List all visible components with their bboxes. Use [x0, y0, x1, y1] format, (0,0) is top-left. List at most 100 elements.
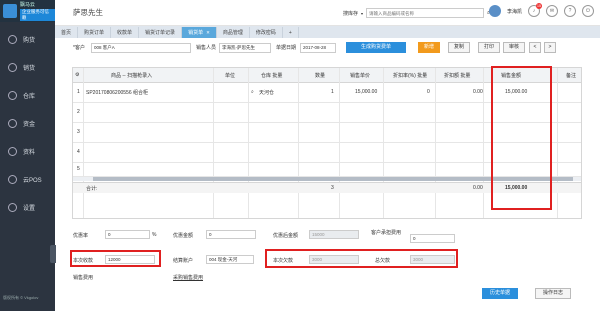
- add-tab-button[interactable]: +: [283, 27, 299, 38]
- discount-rate-field[interactable]: 0: [105, 230, 150, 239]
- bell-icon[interactable]: ♪ 15: [528, 3, 542, 17]
- highlight-box: [70, 250, 161, 267]
- sidebar-item-warehouse[interactable]: 仓库: [0, 81, 55, 109]
- sidebar-collapse-handle[interactable]: [50, 245, 56, 263]
- data-icon: [8, 146, 17, 156]
- customer-fee-label: 客户承担费用: [371, 230, 402, 236]
- percent-label: %: [152, 232, 157, 238]
- sum-label: 合计:: [86, 186, 98, 192]
- price-cell[interactable]: 15,000.00: [355, 89, 377, 95]
- customer-field[interactable]: 008 客户A: [91, 43, 191, 53]
- money-icon: [8, 118, 17, 128]
- col-qty: 数量: [315, 73, 326, 79]
- message-icon[interactable]: ✉: [546, 5, 558, 17]
- col-discount-rate: 折扣率(%) 批量: [393, 73, 428, 79]
- pos-icon: [8, 174, 17, 184]
- search-label[interactable]: 搜库存: [343, 10, 358, 17]
- generate-purchase-button[interactable]: 生成购货费单: [346, 42, 406, 53]
- warehouse-icon: [8, 90, 17, 100]
- header: 萨思先生 搜库存 ▾ ⌕ 李海凯 ♪15 ✉ ? ⏻: [55, 0, 600, 26]
- sidebar-item-sales[interactable]: 销货: [0, 53, 55, 81]
- qty-cell[interactable]: 1: [331, 89, 334, 95]
- sum-qty: 3: [331, 185, 334, 191]
- tab-label: 购货订单: [84, 30, 105, 36]
- col-unit: 单位: [225, 73, 236, 79]
- sidebar-footer: 版权所有 © Vkgolov: [3, 295, 39, 300]
- next-button[interactable]: >: [544, 42, 556, 53]
- tab-bar: 首页 购货订单 收款单 销货订单记录 销货单 ✕ 商品管理 修改密码 +: [55, 26, 600, 38]
- tab-label: 销货订单记录: [145, 30, 176, 36]
- help-icon[interactable]: ?: [564, 5, 576, 17]
- product-cell[interactable]: SP20170806200556 组合柜: [86, 89, 148, 96]
- tab-change-password[interactable]: 修改密码: [250, 27, 283, 38]
- sidebar-item-label: 购货: [23, 37, 36, 44]
- discount-rate-label: 优惠率: [73, 233, 89, 239]
- date-field[interactable]: 2017-08-28: [300, 43, 336, 53]
- row-number: 4: [77, 149, 80, 155]
- search-input[interactable]: [366, 8, 485, 18]
- stock-search: 搜库存 ▾ ⌕: [343, 8, 490, 18]
- sidebar-item-funds[interactable]: 资金: [0, 109, 55, 137]
- cart-icon: [8, 34, 17, 44]
- sidebar-item-label: 设置: [23, 205, 36, 212]
- col-warehouse: 仓库 批量: [261, 73, 283, 79]
- history-button[interactable]: 历史单据: [482, 288, 518, 299]
- discount-rate-cell[interactable]: 0: [427, 89, 430, 95]
- date-label: 单据日期: [276, 45, 297, 51]
- after-discount-label: 优惠后金额: [273, 233, 299, 239]
- purchase-sales-fee-link[interactable]: 采购销售费用: [173, 274, 203, 281]
- row-number: 1: [77, 89, 80, 95]
- col-price: 销售单价: [350, 73, 371, 79]
- prev-button[interactable]: <: [529, 42, 541, 53]
- discount-amount-label: 优惠金额: [173, 233, 194, 239]
- salesperson-select[interactable]: 李海凯-萨思先生: [219, 43, 271, 53]
- sidebar-item-label: 云POS: [23, 177, 42, 184]
- sales-fee-label: 销售费用: [73, 275, 94, 281]
- chevron-down-icon[interactable]: ▾: [361, 11, 363, 16]
- settlement-account-label: 结算账户: [173, 258, 194, 264]
- plus-icon: +: [288, 29, 292, 36]
- gear-icon[interactable]: ⚙: [75, 72, 79, 78]
- customer-fee-field[interactable]: 0: [410, 234, 455, 243]
- highlight-box: [491, 66, 552, 210]
- tab-purchase-order[interactable]: 购货订单: [78, 27, 112, 38]
- tab-home[interactable]: 首页: [55, 27, 79, 38]
- tab-label: 首页: [61, 30, 72, 36]
- row-number: 5: [77, 166, 80, 172]
- tab-sales-order-record[interactable]: 销货订单记录: [139, 27, 183, 38]
- search-icon[interactable]: ⌕: [251, 89, 254, 95]
- settlement-account-select[interactable]: 004 现金-天河: [206, 255, 254, 264]
- sidebar-item-data[interactable]: 资料: [0, 137, 55, 165]
- sum-discount: 0.00: [473, 185, 483, 191]
- row-number: 2: [77, 109, 80, 115]
- sidebar-item-pos[interactable]: 云POS: [0, 165, 55, 193]
- row-number: 3: [77, 129, 80, 135]
- copy-button[interactable]: 复制: [448, 42, 470, 53]
- print-button[interactable]: 打印: [478, 42, 500, 53]
- tab-sales-slip[interactable]: 销货单 ✕: [182, 27, 217, 38]
- close-icon[interactable]: ✕: [206, 30, 210, 36]
- tab-product-management[interactable]: 商品管理: [217, 27, 250, 38]
- discount-amount-cell[interactable]: 0.00: [473, 89, 483, 95]
- logo-title: 飘马云: [19, 2, 35, 8]
- highlight-box: [265, 249, 458, 268]
- power-icon[interactable]: ⏻: [582, 5, 594, 17]
- audit-button[interactable]: 审核: [503, 42, 525, 53]
- sidebar-item-label: 资金: [23, 121, 36, 128]
- settings-icon: [8, 202, 17, 212]
- sidebar-item-label: 销货: [23, 65, 36, 72]
- sidebar-item-label: 资料: [23, 149, 36, 156]
- tab-receipt[interactable]: 收款单: [111, 27, 140, 38]
- avatar[interactable]: [488, 5, 501, 17]
- account-name[interactable]: 李海凯: [507, 8, 522, 15]
- col-discount-amount: 折扣额 批量: [444, 73, 471, 79]
- warehouse-cell[interactable]: 天河仓: [259, 89, 274, 96]
- new-button[interactable]: 新增: [418, 42, 440, 53]
- logo: 飘马云 企业服务可信赖: [0, 0, 55, 22]
- operation-log-button[interactable]: 操作日志: [535, 288, 571, 299]
- sidebar-item-settings[interactable]: 设置: [0, 193, 55, 221]
- tab-label: 销货单: [188, 30, 204, 36]
- sidebar-item-purchase[interactable]: 购货: [0, 25, 55, 53]
- discount-amount-field[interactable]: 0: [206, 230, 256, 239]
- notification-badge: 15: [536, 3, 542, 9]
